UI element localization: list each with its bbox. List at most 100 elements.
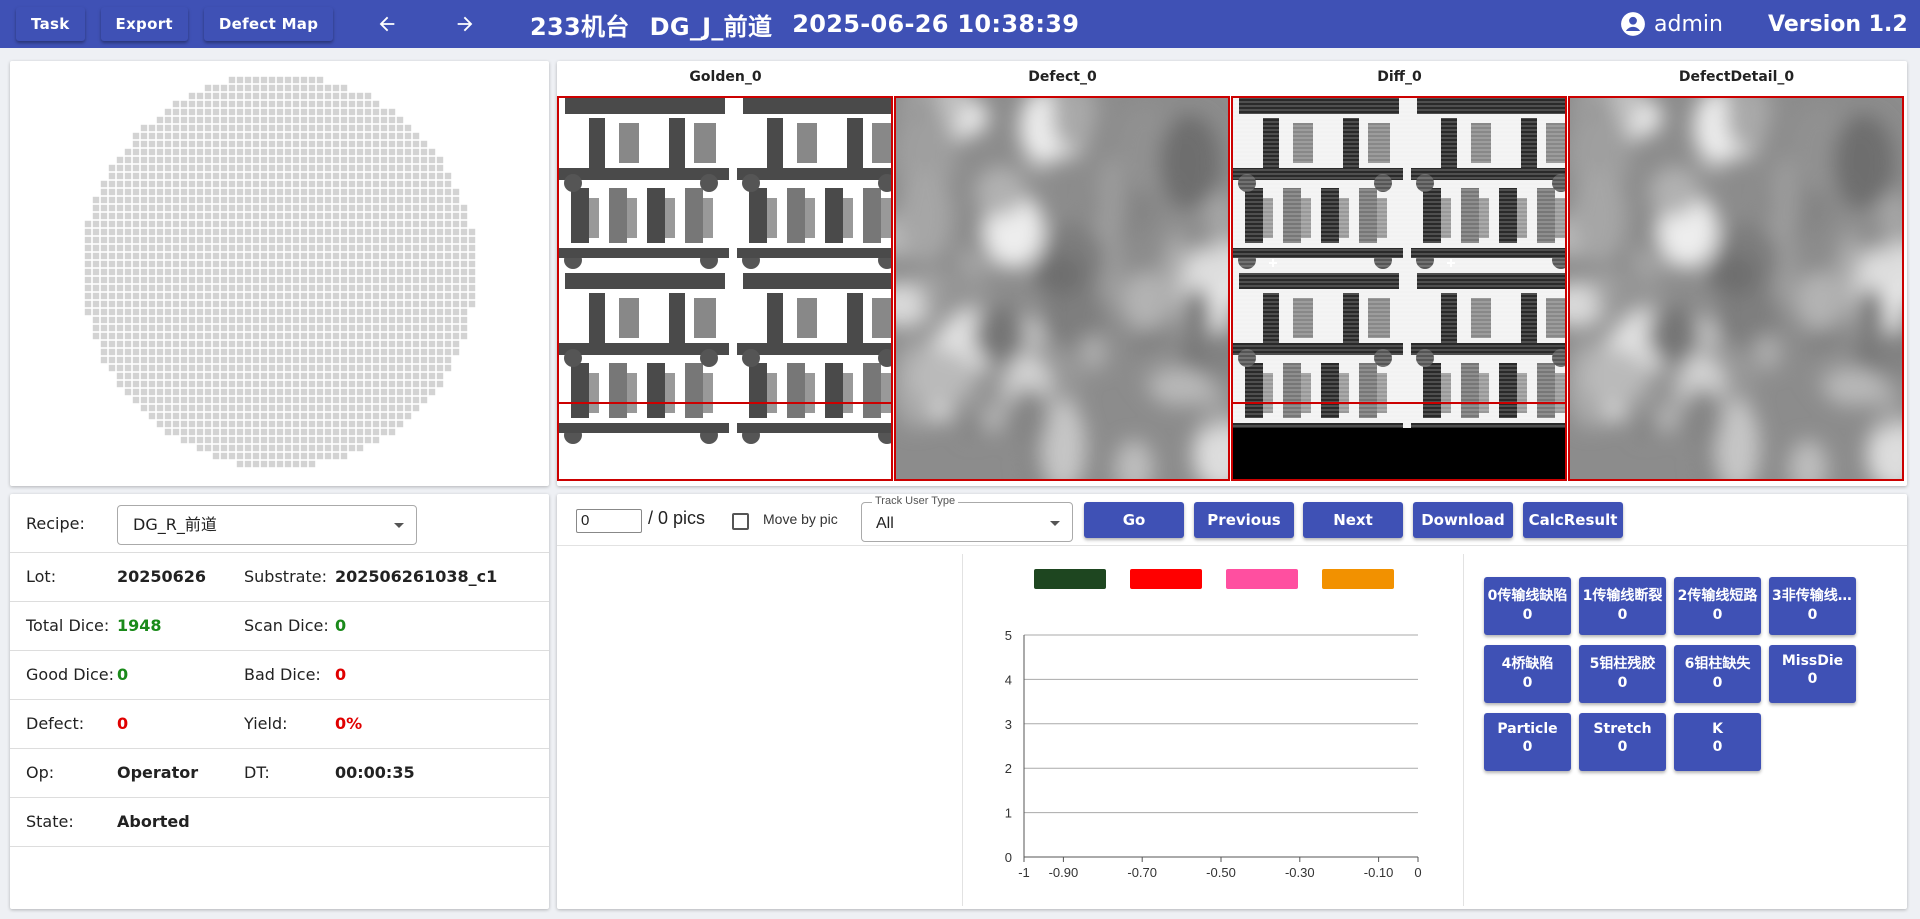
divider [962, 554, 963, 906]
chart-legend-swatch [1034, 569, 1106, 589]
scan-dice-value: 0 [335, 616, 347, 635]
title-recipe: DG_J_前道 [649, 12, 773, 41]
lot-info-panel: Recipe: DG_R_前道 Lot: 20250626 Substrate:… [10, 494, 549, 909]
defect-type-button[interactable]: 0传输线缺陷 0 [1484, 577, 1571, 635]
chart-y-tick-label: 4 [1005, 672, 1012, 687]
review-toolbar: 0 / 0 pics Move by pic Track User Type A… [557, 494, 1907, 546]
recipe-value: DG_R_前道 [133, 515, 217, 534]
forward-arrow-icon[interactable] [451, 10, 479, 38]
go-button[interactable]: Go [1084, 502, 1184, 538]
defect-type-count: 0 [1712, 607, 1723, 623]
defect-type-name: K [1712, 721, 1723, 737]
divider [1463, 554, 1464, 906]
chart-x-tick-label: -0.70 [1127, 865, 1157, 880]
defect-type-name: 1传输线断裂 [1582, 588, 1663, 604]
download-button[interactable]: Download [1413, 502, 1513, 538]
defect-type-button[interactable]: MissDie 0 [1769, 645, 1856, 703]
next-button[interactable]: Next [1303, 502, 1403, 538]
defect-type-button[interactable]: 3非传输线缺陷 0 [1769, 577, 1856, 635]
defect-type-button[interactable]: Stretch 0 [1579, 713, 1666, 771]
chart-x-tick-label: -1 [1018, 865, 1030, 880]
lot-value: 20250626 [117, 567, 207, 586]
wafer-dies[interactable] [84, 76, 476, 468]
golden-image-column: Golden_0 [557, 61, 894, 486]
total-dice-value: 1948 [117, 616, 162, 635]
dt-label: DT: [244, 763, 270, 782]
chart-y-tick-label: 5 [1005, 628, 1012, 643]
page-title: 233机台 DG_J_前道 2025-06-26 10:38:39 [530, 0, 1099, 48]
dropdown-caret-icon [394, 523, 404, 528]
defect-type-name: 0传输线缺陷 [1487, 588, 1568, 604]
substrate-value: 202506261038_c1 [335, 567, 498, 586]
wafer-map-panel [10, 61, 549, 486]
defect-type-count: 0 [1617, 739, 1628, 755]
chart-legend-swatch [1322, 569, 1394, 589]
op-dt-row: Op: Operator DT: 00:00:35 [10, 749, 549, 798]
yield-label: Yield: [244, 714, 288, 733]
defect-type-button[interactable]: 4桥缺陷 0 [1484, 645, 1571, 703]
defect-type-button[interactable]: 5钼柱残胶 0 [1579, 645, 1666, 703]
title-datetime: 2025-06-26 10:38:39 [792, 10, 1080, 38]
track-user-type-legend: Track User Type [872, 495, 959, 507]
chart-x-tick-label: -0.10 [1364, 865, 1394, 880]
defect-type-count: 0 [1807, 671, 1818, 687]
op-value: Operator [117, 763, 199, 782]
export-button[interactable]: Export [100, 7, 188, 41]
chart-y-tick-label: 2 [1005, 761, 1012, 776]
track-user-type-value: All [876, 515, 894, 532]
defect-type-name: Stretch [1593, 721, 1652, 737]
review-control-panel: 0 / 0 pics Move by pic Track User Type A… [557, 494, 1907, 909]
defect-type-count: 0 [1522, 675, 1533, 691]
recipe-label: Recipe: [26, 514, 85, 533]
defect-type-button[interactable]: 6钼柱缺失 0 [1674, 645, 1761, 703]
calc-result-button[interactable]: CalcResult [1523, 502, 1623, 538]
move-by-pic-checkbox[interactable] [732, 513, 749, 530]
chart-x-tick-label: -0.50 [1206, 865, 1236, 880]
defect-type-button[interactable]: K0 [1674, 713, 1761, 771]
defect-type-count: 0 [1617, 675, 1628, 691]
defect-type-button[interactable]: 2传输线短路 0 [1674, 577, 1761, 635]
diff-image-column: Diff_0 [1231, 61, 1568, 486]
dt-value: 00:00:35 [335, 763, 415, 782]
pic-total-label: / 0 pics [648, 508, 706, 528]
defect-yield-row: Defect: 0 Yield: 0% [10, 700, 549, 749]
username: admin [1654, 11, 1723, 37]
defect-detail-image[interactable] [1568, 96, 1904, 481]
chart-legend-swatch [1226, 569, 1298, 589]
good-dice-value: 0 [117, 665, 129, 684]
bad-dice-value: 0 [335, 665, 347, 684]
yield-value: 0% [335, 714, 363, 733]
defect-map-button[interactable]: Defect Map [203, 7, 334, 41]
back-arrow-icon[interactable] [373, 10, 401, 38]
chart-x-tick-label: -0.90 [1049, 865, 1079, 880]
lot-label: Lot: [26, 567, 57, 586]
recipe-select[interactable]: DG_R_前道 [117, 505, 417, 545]
golden-image[interactable] [557, 96, 893, 481]
defect-label: Defect: [26, 714, 85, 733]
user-menu[interactable]: admin [1620, 0, 1723, 48]
pic-index-input[interactable]: 0 [576, 509, 642, 533]
defect-chart: 0 1 2 3 4 5 -1 -0.90 -0.70 -0.50 -0.30 -0.10 0 [1005, 569, 1422, 880]
chart-x-tick-label: 0 [1414, 865, 1421, 880]
defect-type-button[interactable]: Particle 0 [1484, 713, 1571, 771]
state-label: State: [26, 812, 74, 831]
wafer-map[interactable] [10, 61, 549, 486]
version-label: Version 1.2 [1768, 11, 1908, 37]
defect-type-name: MissDie [1781, 653, 1844, 669]
defect-type-name: 4桥缺陷 [1501, 656, 1554, 672]
defect-type-button[interactable]: 1传输线断裂 0 [1579, 577, 1666, 635]
defect-image[interactable] [894, 96, 1230, 481]
diff-image[interactable] [1231, 96, 1567, 481]
defect-image-column: Defect_0 [894, 61, 1231, 486]
chart-y-tick-label: 1 [1005, 806, 1012, 821]
defect-image-label: Defect_0 [1028, 69, 1097, 85]
move-by-pic-label: Move by pic [763, 511, 838, 527]
track-user-type-select[interactable]: Track User Type All [861, 495, 1073, 542]
task-button[interactable]: Task [16, 7, 85, 41]
diff-image-label: Diff_0 [1377, 69, 1422, 85]
previous-button[interactable]: Previous [1194, 502, 1294, 538]
account-circle-icon [1621, 12, 1645, 36]
defect-type-count: 0 [1522, 739, 1533, 755]
lot-row: Lot: 20250626 Substrate: 202506261038_c1 [10, 553, 549, 602]
defect-type-name: 2传输线短路 [1677, 588, 1758, 604]
